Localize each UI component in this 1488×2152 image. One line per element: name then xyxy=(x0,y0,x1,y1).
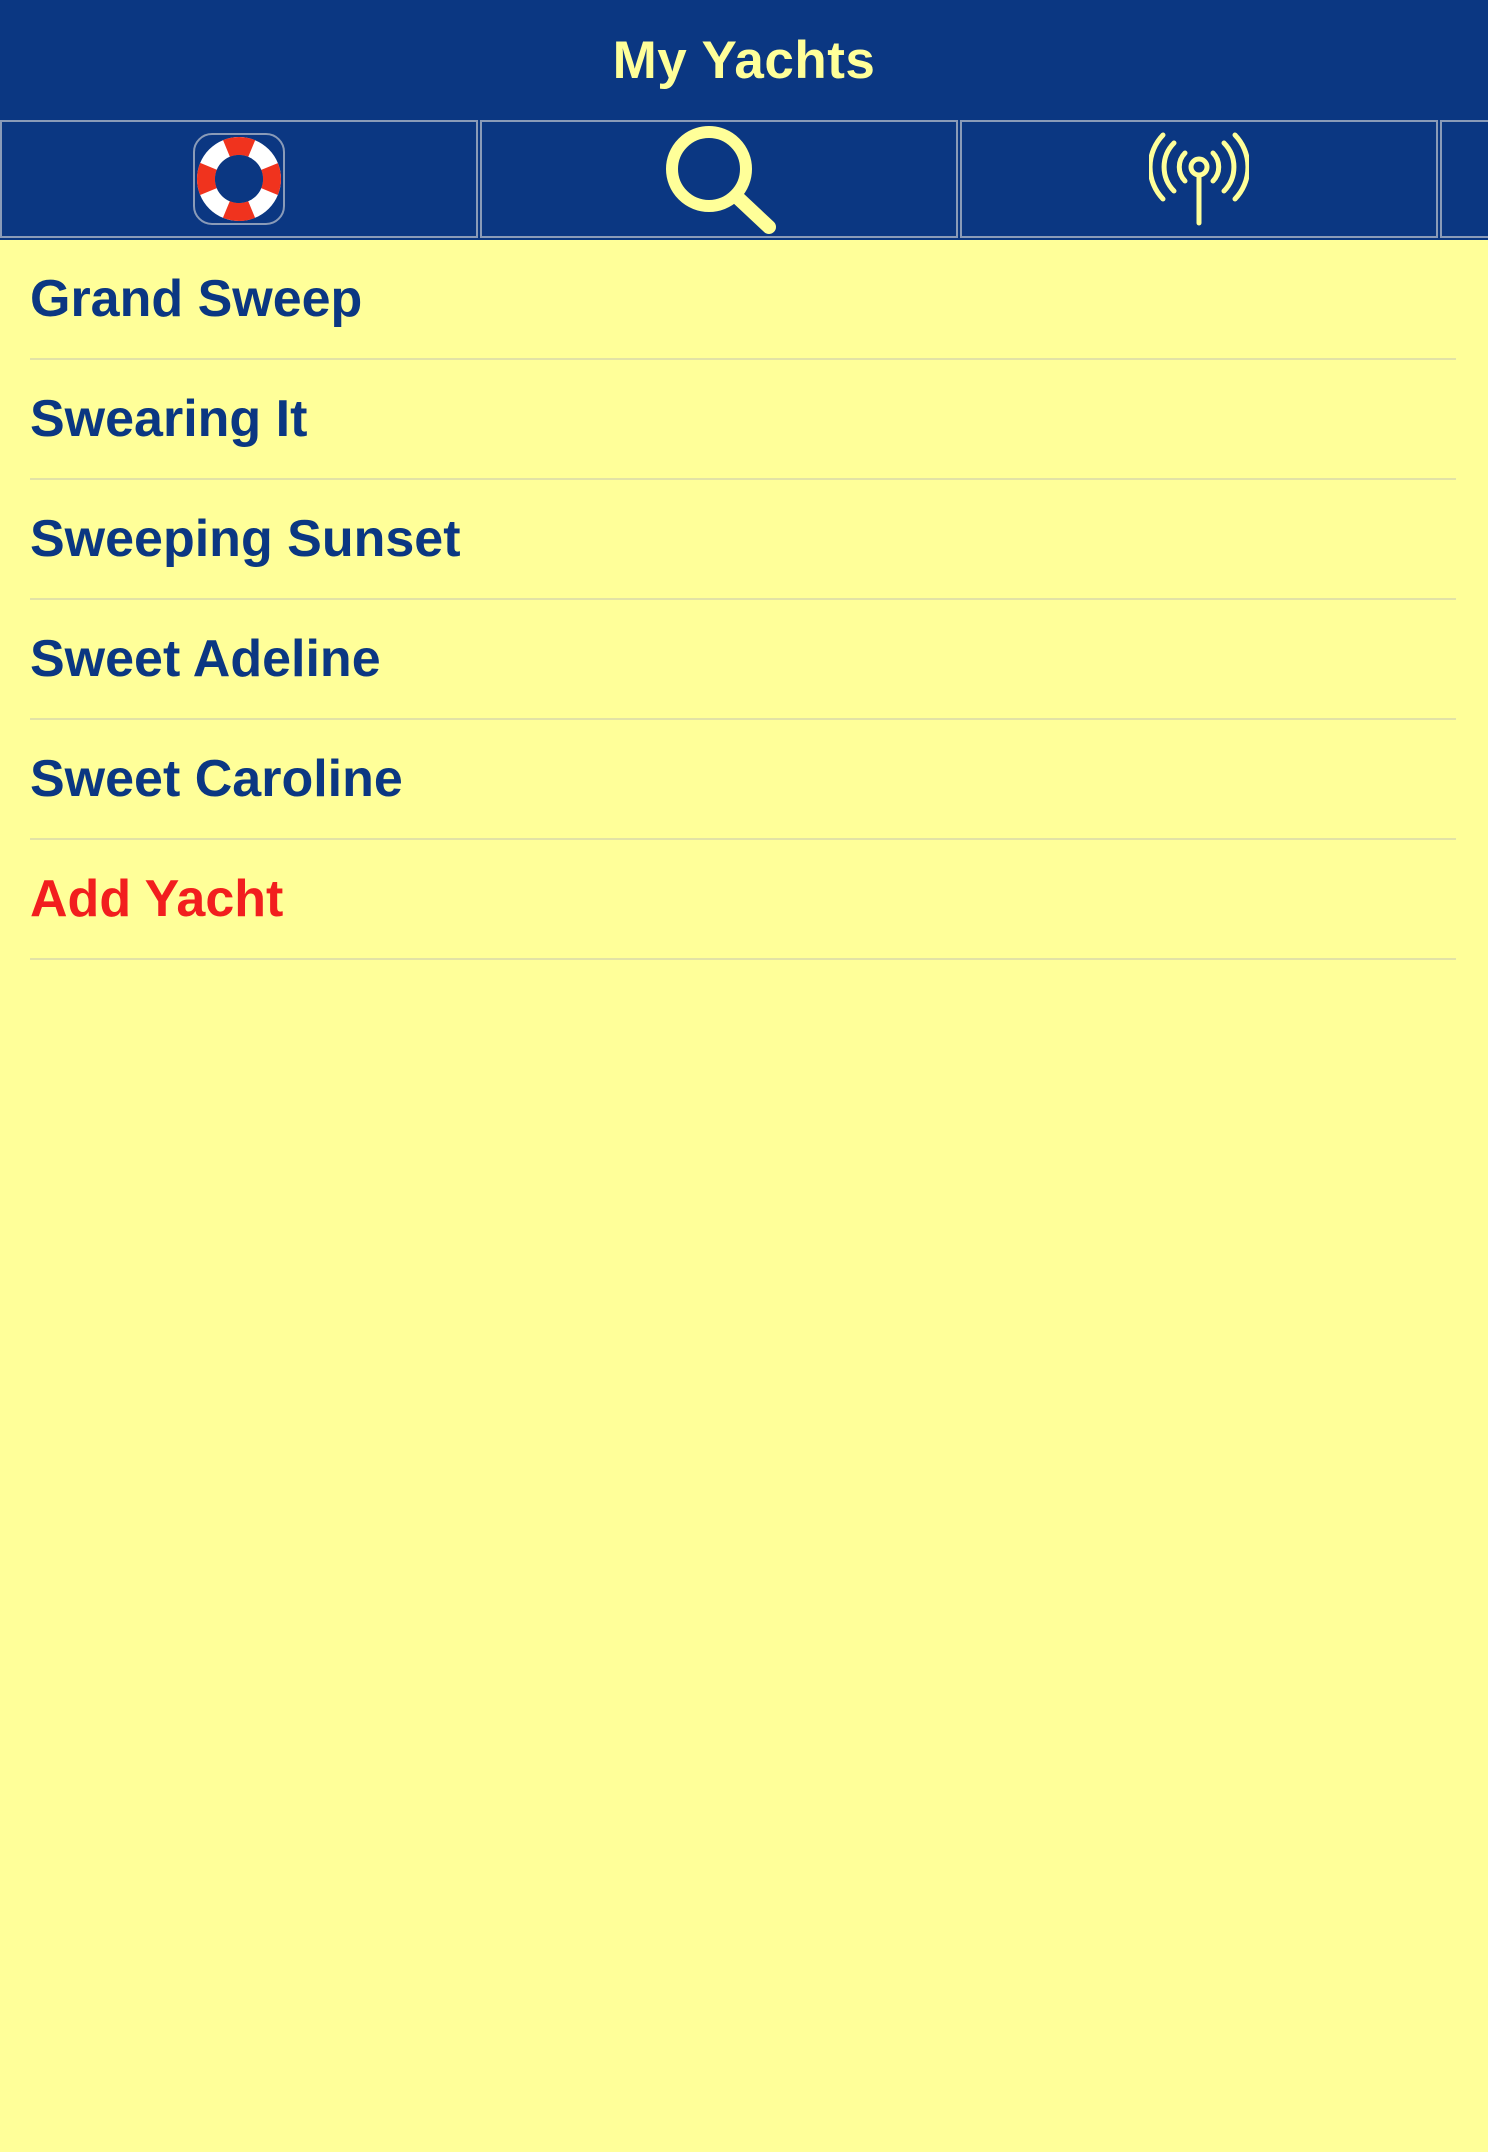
toolbar xyxy=(0,120,1488,240)
navigation-bar: My Yachts xyxy=(0,0,1488,120)
list-item[interactable]: Swearing It xyxy=(0,360,1488,480)
antenna-icon xyxy=(1149,131,1249,227)
broadcast-button[interactable] xyxy=(960,120,1438,238)
more-button[interactable] xyxy=(1440,120,1488,238)
yacht-name: Sweet Caroline xyxy=(30,750,403,808)
search-icon xyxy=(659,123,779,235)
help-button[interactable] xyxy=(0,120,478,238)
list-item[interactable]: Grand Sweep xyxy=(0,240,1488,360)
yacht-list: Grand Sweep Swearing It Sweeping Sunset … xyxy=(0,240,1488,960)
list-item[interactable]: Sweeping Sunset xyxy=(0,480,1488,600)
divider xyxy=(30,958,1456,960)
add-yacht-button[interactable]: Add Yacht xyxy=(0,840,1488,960)
list-item[interactable]: Sweet Caroline xyxy=(0,720,1488,840)
page-title: My Yachts xyxy=(612,30,876,90)
search-button[interactable] xyxy=(480,120,958,238)
list-item[interactable]: Sweet Adeline xyxy=(0,600,1488,720)
yacht-name: Grand Sweep xyxy=(30,270,363,328)
yacht-name: Swearing It xyxy=(30,390,308,448)
add-yacht-label: Add Yacht xyxy=(30,870,284,928)
lifebuoy-icon xyxy=(193,133,285,225)
yacht-name: Sweeping Sunset xyxy=(30,510,461,568)
yacht-name: Sweet Adeline xyxy=(30,630,381,688)
